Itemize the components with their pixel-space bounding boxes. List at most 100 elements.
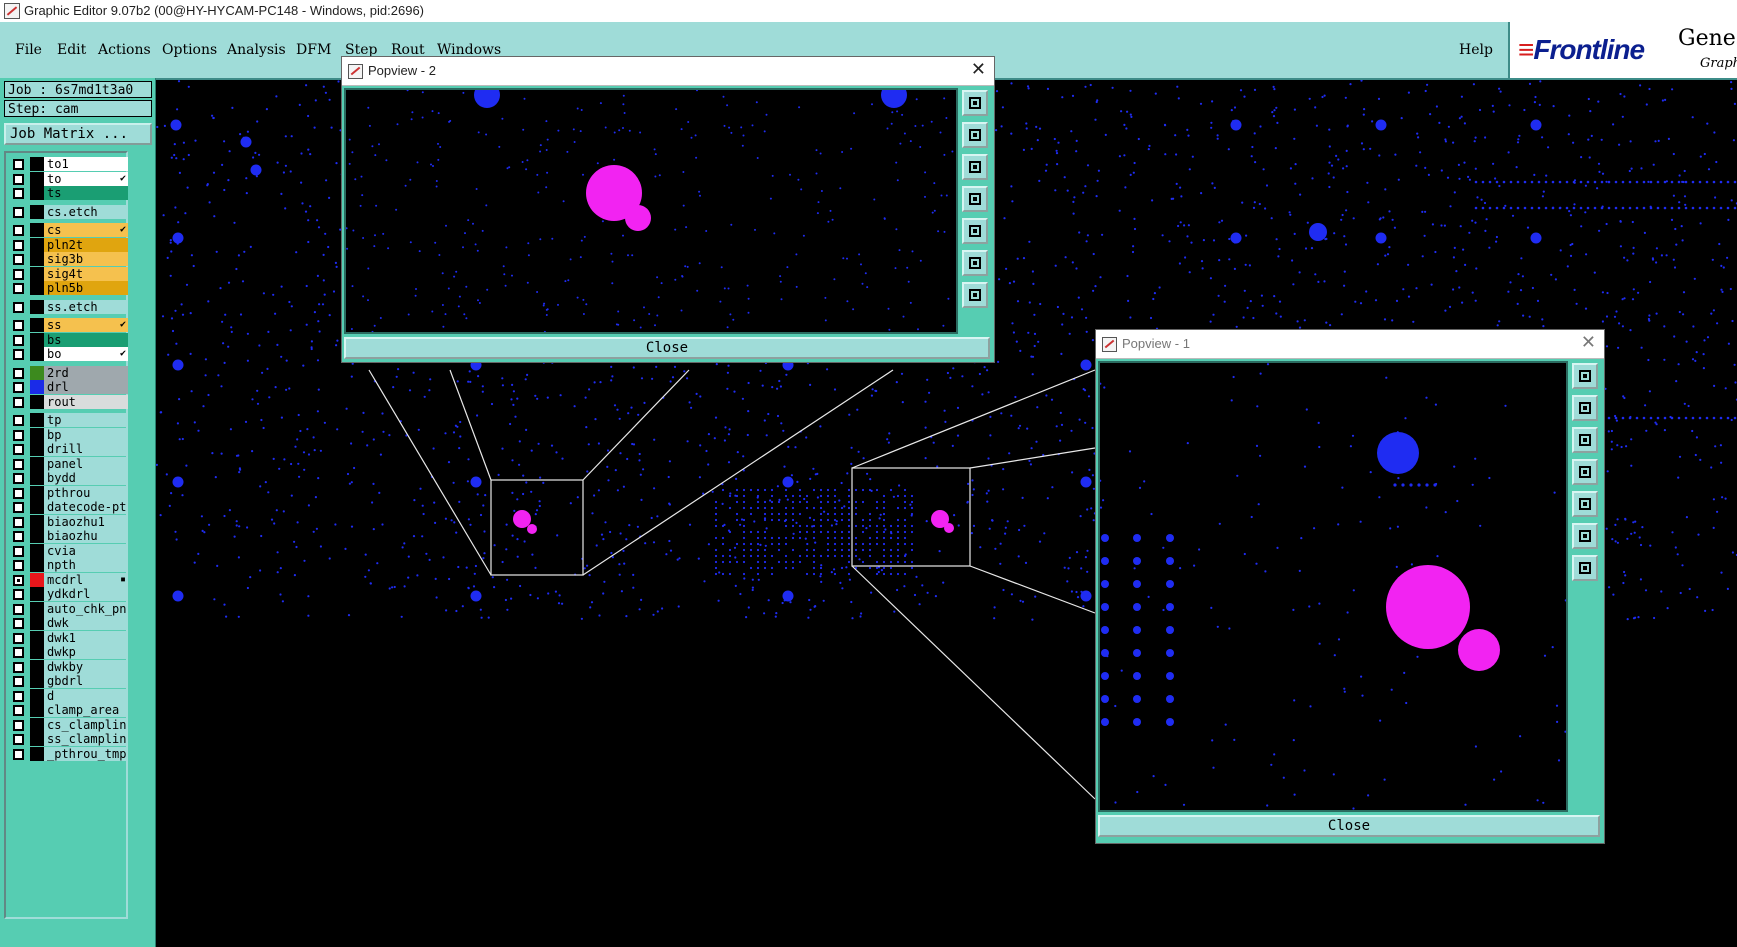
layer-name[interactable]: ss_clamplin [44, 732, 128, 746]
layer-color-swatch[interactable] [30, 717, 44, 732]
popview-1-pan-up-icon[interactable] [1572, 395, 1598, 421]
popview-1-zoom-in-icon[interactable] [1572, 555, 1598, 581]
layer-color-swatch[interactable] [30, 616, 44, 630]
layer-color-swatch[interactable] [30, 299, 44, 314]
layer-name[interactable]: pln5b [44, 281, 128, 295]
layer-row-2rd[interactable]: 2rd [8, 365, 128, 380]
layer-color-swatch[interactable] [30, 587, 44, 601]
layer-name[interactable]: panel [44, 456, 128, 471]
close-icon[interactable]: ✕ [971, 59, 986, 80]
layer-row-pln2t[interactable]: pln2t [8, 237, 128, 252]
layer-color-swatch[interactable] [30, 732, 44, 746]
layer-name[interactable]: auto_chk_pn [44, 601, 128, 616]
layer-checkbox[interactable] [13, 618, 24, 629]
layer-checkbox[interactable] [13, 719, 24, 731]
layer-name[interactable]: npth [44, 558, 128, 572]
layer-checkbox[interactable] [13, 502, 24, 513]
menu-edit[interactable]: Edit [57, 42, 86, 58]
layer-row-to1[interactable]: to1 [8, 157, 128, 171]
layer-checkbox[interactable] [13, 334, 24, 346]
layer-color-swatch[interactable] [30, 500, 44, 514]
layer-color-swatch[interactable] [30, 746, 44, 761]
layer-name[interactable]: dwk1 [44, 630, 128, 645]
layer-color-swatch[interactable] [30, 471, 44, 485]
layer-row-ss-clamplin[interactable]: ss_clamplin [8, 732, 128, 746]
popview-1-pan-right-icon[interactable] [1572, 491, 1598, 517]
layer-checkbox[interactable] [13, 268, 24, 280]
layer-row-panel[interactable]: panel [8, 456, 128, 471]
layer-name[interactable]: sig3b [44, 252, 128, 266]
layer-row-d[interactable]: d [8, 688, 128, 703]
popview-1-pan-down-icon[interactable] [1572, 427, 1598, 453]
layer-name[interactable]: bydd [44, 471, 128, 485]
layer-row-bydd[interactable]: bydd [8, 471, 128, 485]
layer-checkbox[interactable] [13, 283, 24, 294]
layer-name[interactable]: biaozhu [44, 529, 128, 543]
layer-checkbox[interactable] [13, 415, 24, 426]
layer-color-swatch[interactable] [30, 171, 44, 186]
popview-1-zoom-fit-icon[interactable] [1572, 363, 1598, 389]
layer-row-to[interactable]: to ✔ [8, 171, 128, 186]
layer-name[interactable]: datecode-pt [44, 500, 128, 514]
layer-color-swatch[interactable] [30, 281, 44, 295]
layer-row-tp[interactable]: tp [8, 413, 128, 427]
layer-row-biaozhu1[interactable]: biaozhu1 [8, 514, 128, 529]
popview-1-zoom-out-icon[interactable] [1572, 523, 1598, 549]
layer-name[interactable]: tp [44, 413, 128, 427]
layer-name[interactable]: d [44, 688, 128, 703]
layer-color-swatch[interactable] [30, 703, 44, 717]
layer-color-swatch[interactable] [30, 332, 44, 347]
layer-row-mcdrl[interactable]: mcdrl ▪ [8, 572, 128, 587]
layer-checkbox[interactable] [13, 159, 24, 170]
layer-color-swatch[interactable] [30, 601, 44, 616]
menu-dfm[interactable]: DFM [296, 42, 331, 58]
layer-checkbox[interactable] [13, 690, 24, 702]
layer-row-cs-clamplin[interactable]: cs_clamplin [8, 717, 128, 732]
layer-name[interactable]: to ✔ [44, 171, 128, 186]
layer-color-swatch[interactable] [30, 688, 44, 703]
layer-row-drl[interactable]: drl [8, 380, 128, 394]
layer-color-swatch[interactable] [30, 630, 44, 645]
layer-checkbox[interactable] [13, 473, 24, 484]
layer-name[interactable]: cs.etch [44, 204, 128, 219]
layer-checkbox[interactable] [13, 301, 24, 313]
layer-checkbox[interactable] [13, 589, 24, 600]
popview-1-view[interactable] [1098, 361, 1568, 812]
layer-checkbox[interactable] [13, 349, 24, 360]
layer-name[interactable]: cs ✔ [44, 223, 128, 237]
layer-row-bs[interactable]: bs [8, 332, 128, 347]
popview-2-zoom-out-icon[interactable] [962, 250, 988, 276]
layer-checkbox[interactable] [13, 396, 24, 408]
layer-checkbox[interactable] [13, 225, 24, 236]
layer-color-swatch[interactable] [30, 252, 44, 266]
layer-color-swatch[interactable] [30, 514, 44, 529]
layer-name[interactable]: dwkby [44, 659, 128, 674]
layer-checkbox[interactable] [13, 661, 24, 673]
layer-name[interactable]: gbdrl [44, 674, 128, 688]
layer-checkbox[interactable] [13, 531, 24, 542]
layer-color-swatch[interactable] [30, 204, 44, 219]
layer-checkbox[interactable] [13, 748, 24, 760]
menu-analysis[interactable]: Analysis [227, 42, 286, 58]
layer-color-swatch[interactable] [30, 558, 44, 572]
popview-1-close-button[interactable]: Close [1098, 815, 1600, 837]
layer-name[interactable]: bo ✔ [44, 347, 128, 361]
layer-checkbox[interactable] [13, 444, 24, 455]
layer-row-sig4t[interactable]: sig4t [8, 266, 128, 281]
layer-color-swatch[interactable] [30, 456, 44, 471]
layer-name[interactable]: drl [44, 380, 128, 394]
layer-color-swatch[interactable] [30, 347, 44, 361]
layer-color-swatch[interactable] [30, 380, 44, 394]
layer-row-bo[interactable]: bo ✔ [8, 347, 128, 361]
layer-checkbox[interactable] [13, 560, 24, 571]
layer-row-dwk[interactable]: dwk [8, 616, 128, 630]
layer-row-dwk1[interactable]: dwk1 [8, 630, 128, 645]
layer-row-bp[interactable]: bp [8, 427, 128, 442]
layer-name[interactable]: ss ✔ [44, 318, 128, 332]
layer-checkbox[interactable] [13, 545, 24, 557]
layer-checkbox[interactable] [13, 676, 24, 687]
layer-color-swatch[interactable] [30, 186, 44, 200]
layer-checkbox[interactable] [13, 173, 24, 185]
layer-checkbox[interactable] [13, 632, 24, 644]
layer-color-swatch[interactable] [30, 157, 44, 171]
